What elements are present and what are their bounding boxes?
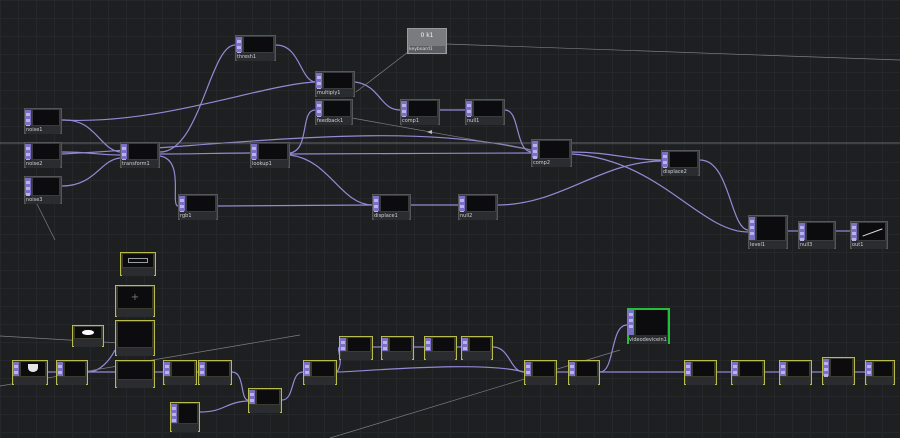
node-label [117,348,153,356]
noise1-node[interactable]: noise1 [24,108,62,134]
node-label [117,309,153,317]
gray-node[interactable] [120,252,156,276]
node-label [383,352,412,360]
input2-node[interactable] [56,360,88,385]
multiply-node[interactable]: multiply1 [315,71,355,97]
node-5[interactable] [163,360,197,385]
gradient-node[interactable] [170,402,200,432]
blob-node[interactable] [72,325,104,347]
node-label: noise1 [26,126,60,134]
null3-node[interactable]: null3 [798,221,836,249]
node-label: thresh1 [237,53,274,61]
network-editor-canvas[interactable]: 0 k1 keyboard1 thresh1 multiply1 feedbac… [0,0,900,438]
node-r10[interactable] [779,360,812,385]
node-label [526,377,555,385]
node-label: null3 [800,241,834,249]
node-label: noise2 [26,160,60,168]
node-label [172,424,198,432]
node-label: feedback1 [317,117,351,125]
rgb-node[interactable]: rgb1 [178,194,218,220]
main-node[interactable] [115,360,155,388]
node-label [570,377,598,385]
node-label: out1 [852,241,886,249]
null1-node[interactable]: null1 [465,99,505,125]
node-label [14,377,46,385]
node-label [824,377,853,385]
node-label [122,268,154,276]
node-label [74,339,102,347]
thresh-node[interactable]: thresh1 [235,35,276,61]
node-6[interactable] [198,360,232,385]
null2-node[interactable]: null2 [458,194,498,220]
node-label [250,405,280,413]
out1-node[interactable]: out1 [850,221,888,249]
node-label [200,377,230,385]
comp2-node[interactable]: comp2 [531,139,572,167]
noise2-node[interactable]: noise2 [24,142,62,168]
node-label [305,377,335,385]
node-label [781,377,810,385]
node-r1[interactable] [303,360,337,385]
node-label [341,352,371,360]
node-label [867,377,893,385]
node-label [686,377,715,385]
node-label: comp1 [402,117,438,125]
node-label: displace1 [374,212,409,220]
node-r11[interactable] [822,357,855,385]
merge-node[interactable] [248,388,282,413]
node-label: videodevicein1 [629,336,668,344]
node-label [733,377,763,385]
node-label: comp2 [533,159,570,167]
cross-node[interactable] [115,285,155,317]
node-label [165,377,195,385]
node-r4[interactable] [424,336,457,360]
feedback-node[interactable]: feedback1 [315,99,353,125]
node-label [426,352,455,360]
keyboard-value: 0 k1 [420,32,434,39]
node-r2[interactable] [339,336,373,360]
node-r8[interactable] [684,360,717,385]
node-label [463,352,491,360]
node-r6[interactable] [524,360,557,385]
node-label: null1 [467,117,503,125]
displace-node[interactable]: displace1 [372,194,411,220]
node-label: level1 [750,241,786,249]
selected-node[interactable]: videodevicein1 [627,308,670,344]
transform-node[interactable]: transform1 [120,142,160,168]
node-r3[interactable] [381,336,414,360]
noise3-node[interactable]: noise3 [24,176,62,204]
lookup-node[interactable]: lookup1 [250,142,290,168]
node-label: null2 [460,212,496,220]
shield-node[interactable] [12,360,48,385]
level-node[interactable]: level1 [748,215,788,249]
keyboard-label: keyboard1 [409,46,445,53]
node-label [58,377,86,385]
node-label: displace2 [663,168,698,176]
node-label: rgb1 [180,212,216,220]
node-r9[interactable] [731,360,765,385]
node-r7[interactable] [568,360,600,385]
node-r5[interactable] [461,336,493,360]
displace2-node[interactable]: displace2 [661,150,700,176]
stars-node[interactable] [115,320,155,356]
node-label: multiply1 [317,89,353,97]
node-r12[interactable] [865,360,895,385]
node-label [117,380,153,388]
node-label: transform1 [122,160,158,168]
keyboard-node[interactable]: 0 k1 keyboard1 [407,28,447,54]
comp1-node[interactable]: comp1 [400,99,440,125]
node-label: lookup1 [252,160,288,168]
node-label: noise3 [26,196,60,204]
